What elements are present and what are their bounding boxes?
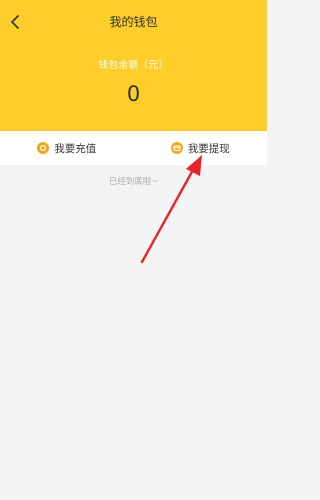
page-title: 我的钱包 [109,15,158,29]
balance-value: 0 [126,82,141,106]
wallet-screen: 我的钱包 钱包余额（元） 0 我要充值 我要提现 已经到底啦~ [0,0,267,500]
withdraw-button[interactable]: 我要提现 [134,131,268,165]
wallet-actions: 我要充值 我要提现 [0,131,267,165]
withdraw-label: 我要提现 [187,142,230,155]
wallet-header: 我的钱包 钱包余额（元） 0 [0,0,267,131]
end-of-list-text: 已经到底啦~ [108,177,159,187]
wallet-icon [170,142,183,154]
balance-label: 钱包余额（元） [98,60,169,71]
recharge-button[interactable]: 我要充值 [0,131,134,165]
recharge-label: 我要充值 [54,142,97,155]
coin-icon [37,142,50,154]
